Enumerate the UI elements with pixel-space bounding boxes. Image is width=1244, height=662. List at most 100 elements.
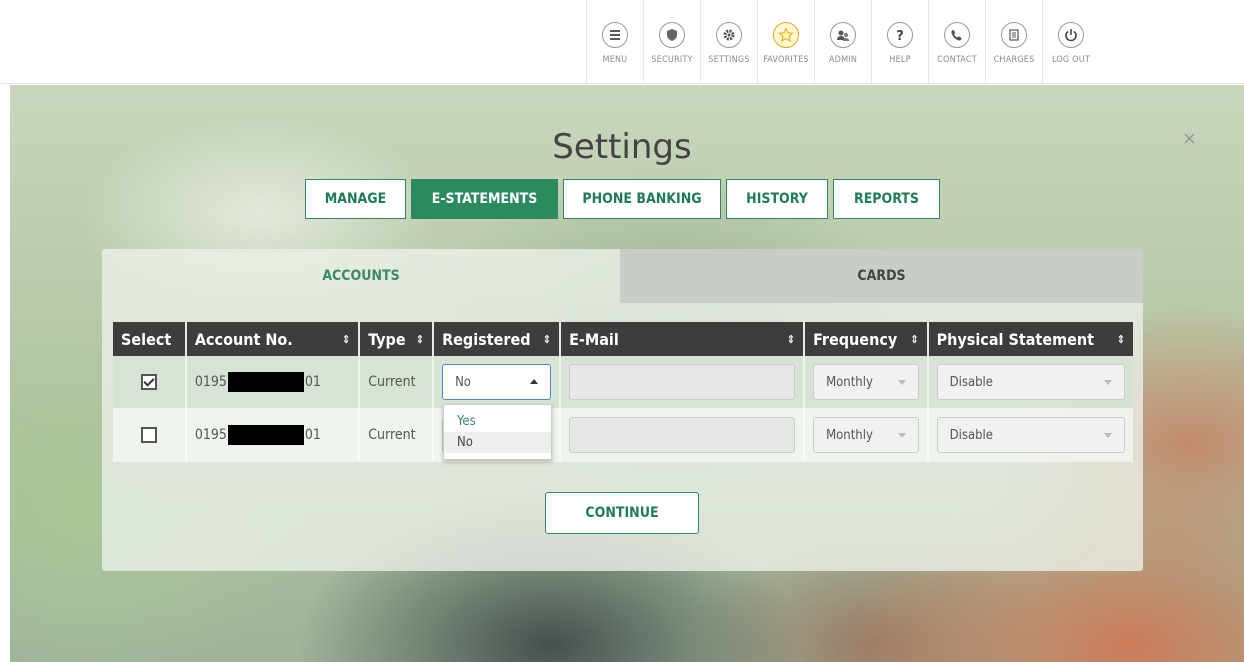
header-email-label: E-Mail [569,329,619,349]
page-title: Settings [552,127,692,167]
header-email[interactable]: E-Mail ⇕ [560,322,806,356]
redacted-block [227,372,304,392]
nav-security-label: SECURITY [651,55,693,65]
phone-icon [944,22,970,48]
registered-select[interactable]: No [442,364,552,400]
header-physical-statement[interactable]: Physical Statement ⇕ [927,322,1133,356]
physical-value: Disable [949,374,994,390]
nav-charges-label: CHARGES [993,55,1035,65]
nav-help[interactable]: ? HELP [871,0,928,84]
account-suffix: 01 [304,427,321,443]
nav-admin-label: ADMIN [828,55,858,65]
tab-phone-banking[interactable]: PHONE BANKING [563,179,721,219]
nav-menu[interactable]: MENU [586,0,643,84]
frequency-select[interactable]: Monthly [813,417,919,453]
menu-icon [602,22,628,48]
account-prefix: 0195 [194,427,227,443]
tab-manage[interactable]: MANAGE [305,179,406,219]
frequency-cell: Monthly [804,408,929,462]
frequency-cell: Monthly [804,356,929,408]
header-frequency[interactable]: Frequency ⇕ [804,322,929,356]
row-checkbox[interactable] [140,374,157,390]
close-icon[interactable]: × [1183,126,1196,152]
header-registered-label: Registered [442,329,531,349]
table-row: 0195 01 Current No Monthly Disable [113,408,1133,462]
email-input[interactable] [569,417,796,453]
nav-help-label: HELP [889,55,911,65]
row-checkbox[interactable] [140,427,157,443]
tab-e-statements[interactable]: E-STATEMENTS [411,179,558,219]
physical-value: Disable [949,427,994,443]
nav-contact[interactable]: CONTACT [928,0,985,84]
top-nav: MENU SECURITY SETTINGS FAVORITES ADMIN ?… [586,0,1099,84]
tab-history[interactable]: HISTORY [726,179,828,219]
table-row: 0195 01 Current No Monthly Disable [113,356,1133,408]
sort-icon: ⇕ [415,332,425,346]
nav-favorites-label: FAVORITES [763,55,809,65]
physical-select[interactable]: Disable [936,364,1125,400]
physical-select[interactable]: Disable [936,417,1125,453]
gear-icon [716,22,742,48]
dropdown-option-no[interactable]: No [444,432,551,453]
physical-cell: Disable [927,356,1133,408]
registered-value: No [455,374,471,390]
nav-menu-label: MENU [602,55,628,65]
header-account-label: Account No. [194,329,293,349]
top-bar: MENU SECURITY SETTINGS FAVORITES ADMIN ?… [0,0,1244,84]
nav-admin[interactable]: ADMIN [814,0,871,84]
sort-icon: ⇕ [910,332,919,346]
question-icon: ? [887,22,913,48]
star-icon [773,22,799,48]
nav-contact-label: CONTACT [937,55,977,65]
nav-security[interactable]: SECURITY [643,0,700,84]
select-cell [113,356,187,408]
nav-settings-label: SETTINGS [708,55,750,65]
account-cell: 0195 01 [185,356,361,408]
header-type[interactable]: Type ⇕ [359,322,435,356]
nav-logout[interactable]: LOG OUT [1042,0,1099,84]
svg-text:?: ? [896,29,904,43]
sort-icon: ⇕ [1116,332,1125,346]
account-prefix: 0195 [194,374,227,390]
dropdown-option-yes[interactable]: Yes [444,411,551,432]
type-cell: Current [359,356,435,408]
registered-dropdown: Yes No [443,404,552,460]
physical-cell: Disable [927,408,1133,462]
accounts-table: Select Account No. ⇕ Type ⇕ Registered ⇕ E… [113,322,1133,462]
header-select-label: Select [121,329,172,349]
subtab-cards[interactable]: CARDS [620,249,1143,303]
continue-button[interactable]: CONTINUE [545,492,699,534]
caret-down-icon [1104,380,1112,385]
header-type-label: Type [368,329,406,349]
header-account-no[interactable]: Account No. ⇕ [185,322,361,356]
frequency-value: Monthly [826,374,873,390]
nav-favorites[interactable]: FAVORITES [757,0,814,84]
account-suffix: 01 [304,374,321,390]
frequency-value: Monthly [826,427,873,443]
header-physical-label: Physical Statement [936,329,1094,349]
caret-up-icon [530,379,539,384]
header-select[interactable]: Select [113,322,187,356]
header-registered[interactable]: Registered ⇕ [433,322,562,356]
sort-icon: ⇕ [341,332,351,346]
nav-logout-label: LOG OUT [1051,55,1091,65]
frequency-select[interactable]: Monthly [813,364,919,400]
receipt-icon [1001,22,1027,48]
subtab-accounts[interactable]: ACCOUNTS [102,249,620,303]
table-header-row: Select Account No. ⇕ Type ⇕ Registered ⇕ E… [113,322,1133,356]
tab-reports[interactable]: REPORTS [833,179,940,219]
sort-icon: ⇕ [542,332,552,346]
nav-charges[interactable]: CHARGES [985,0,1042,84]
nav-settings[interactable]: SETTINGS [700,0,757,84]
users-icon [830,22,856,48]
email-cell [560,356,806,408]
email-cell [560,408,806,462]
email-input[interactable] [569,364,796,400]
redacted-block [227,425,304,445]
caret-down-icon [897,433,906,438]
select-cell [113,408,187,462]
type-cell: Current [359,408,435,462]
caret-down-icon [897,380,906,385]
registered-cell: No [433,356,562,408]
settings-tabs: MANAGE E-STATEMENTS PHONE BANKING HISTOR… [0,179,1244,219]
